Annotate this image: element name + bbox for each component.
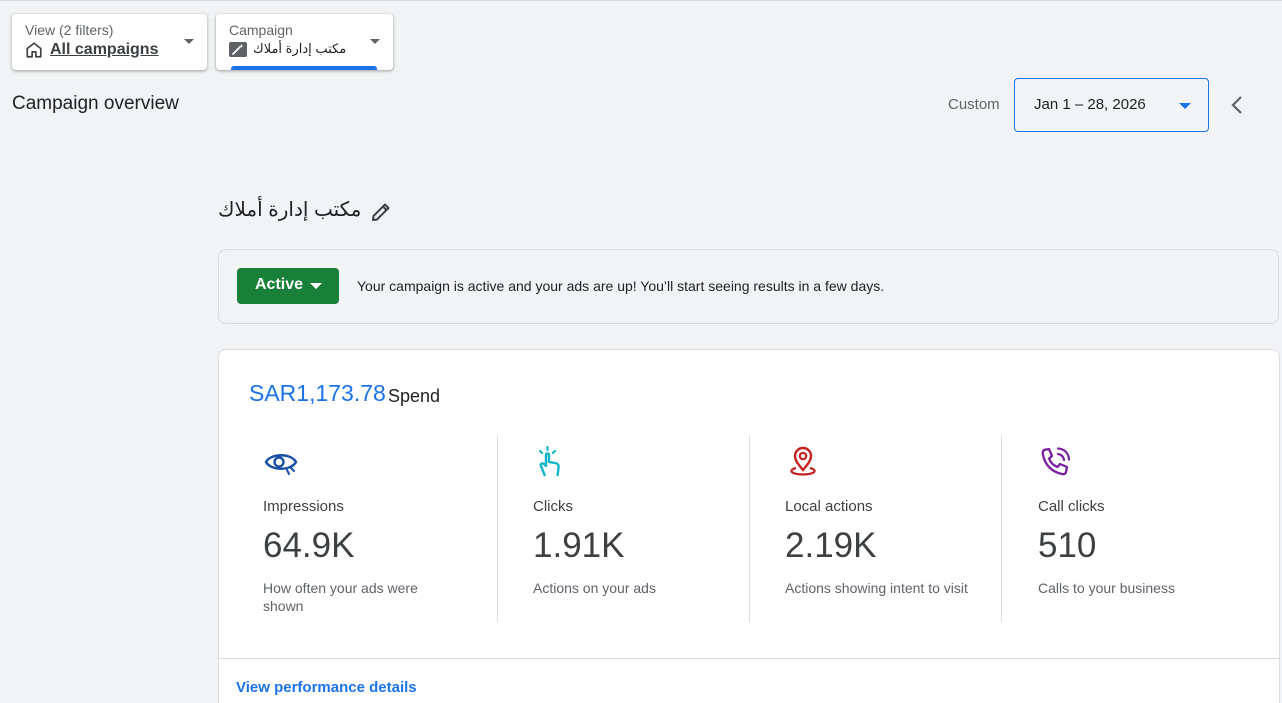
campaign-filter-selected: مكتب إدارة أملاك	[253, 41, 347, 56]
home-icon	[26, 42, 42, 58]
spend-value: SAR1,173.78	[249, 380, 386, 406]
metric-description: Calls to your business	[1038, 580, 1175, 596]
status-message: Your campaign is active and your ads are…	[357, 278, 885, 294]
metric-value: 510	[1038, 526, 1097, 565]
metrics-card: SAR1,173.78 Spend Impressions 64.9K How …	[218, 349, 1280, 703]
campaign-name: مكتب إدارة أملاك	[218, 199, 362, 221]
caret-down-icon	[310, 283, 322, 289]
campaign-filter-value: مكتب إدارة أملاك	[229, 41, 346, 57]
magic-wand-icon	[229, 41, 247, 57]
tap-icon	[538, 445, 560, 477]
pencil-icon	[372, 203, 390, 221]
divider	[749, 436, 750, 622]
divider	[1001, 436, 1002, 622]
metric-title: Call clicks	[1038, 498, 1105, 515]
phone-call-icon	[1041, 447, 1071, 476]
divider	[497, 436, 498, 622]
metric-description: Actions on your ads	[533, 580, 656, 596]
chevron-left-icon	[1231, 96, 1242, 114]
top-border	[0, 0, 1282, 1]
location-pin-icon	[790, 446, 816, 476]
page-title: Campaign overview	[12, 93, 179, 114]
status-label: Active	[255, 276, 304, 293]
chevron-down-icon	[184, 39, 194, 44]
previous-period-button[interactable]	[1222, 90, 1252, 120]
status-dropdown-button[interactable]: Active	[237, 268, 339, 304]
eye-icon	[264, 454, 298, 475]
metric-value: 64.9K	[263, 526, 355, 565]
campaign-filter-label: Campaign	[229, 22, 293, 38]
date-range-label: Custom	[948, 96, 1000, 113]
metric-title: Local actions	[785, 498, 873, 515]
metric-description: Actions showing intent to visit	[785, 580, 968, 596]
date-range-value: Jan 1 – 28, 2026	[1034, 96, 1146, 113]
chevron-down-icon	[370, 39, 380, 44]
active-indicator	[231, 66, 377, 70]
status-card: Active Your campaign is active and your …	[218, 249, 1279, 324]
view-filter[interactable]: View (2 filters) All campaigns	[12, 14, 207, 70]
metric-description: How often your ads were shown	[263, 580, 418, 614]
metric-value: 2.19K	[785, 526, 877, 565]
caret-down-icon	[1179, 103, 1191, 109]
view-performance-details-link[interactable]: View performance details	[236, 679, 417, 696]
view-filter-label: View (2 filters)	[25, 22, 114, 38]
view-filter-selected: All campaigns	[50, 41, 159, 58]
campaign-filter[interactable]: Campaign مكتب إدارة أملاك	[216, 14, 393, 70]
view-filter-value: All campaigns	[25, 41, 158, 59]
metric-value: 1.91K	[533, 526, 625, 565]
spend-label: Spend	[388, 386, 441, 406]
edit-name-button[interactable]	[368, 199, 394, 225]
metric-title: Impressions	[263, 498, 344, 515]
metric-title: Clicks	[533, 498, 573, 515]
divider	[219, 658, 1279, 659]
date-range-select[interactable]: Jan 1 – 28, 2026	[1014, 78, 1209, 132]
